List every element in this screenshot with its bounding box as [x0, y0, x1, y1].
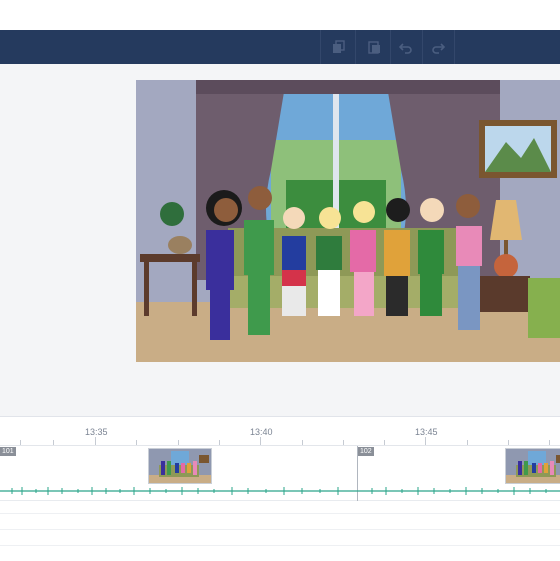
ruler-tick — [467, 440, 468, 445]
copy-icon[interactable] — [323, 35, 355, 59]
redo-icon[interactable] — [422, 35, 454, 59]
ruler-tick — [508, 440, 509, 445]
ruler-tick — [53, 440, 54, 445]
ruler-time-label: 13:35 — [85, 427, 108, 437]
editor-toolbar — [0, 30, 560, 65]
scene-number-label: 101 — [0, 447, 16, 456]
ruler-tick — [549, 440, 550, 445]
ruler-tick — [178, 440, 179, 445]
ruler-tick — [425, 437, 426, 445]
undo-icon[interactable] — [390, 35, 422, 59]
audio-track[interactable] — [0, 487, 560, 561]
scene-number-label: 102 — [358, 447, 374, 456]
scene-preview[interactable] — [136, 80, 560, 362]
scene-thumbnail[interactable] — [148, 448, 212, 484]
audio-waveform — [0, 487, 560, 495]
toolbar-separator — [355, 30, 356, 64]
timeline-ruler[interactable]: 13:35 13:40 13:45 — [0, 417, 560, 446]
scene-thumbnail[interactable] — [505, 448, 560, 484]
ruler-tick — [136, 440, 137, 445]
ruler-time-label: 13:45 — [415, 427, 438, 437]
ruler-tick — [302, 440, 303, 445]
ruler-tick — [260, 437, 261, 445]
ruler-tick — [95, 437, 96, 445]
toolbar-separator — [454, 30, 455, 64]
track-divider — [0, 545, 560, 546]
toolbar-separator — [320, 30, 321, 64]
thumbnail-image — [149, 449, 211, 483]
paste-icon[interactable] — [358, 35, 390, 59]
ruler-tick — [20, 440, 21, 445]
ruler-tick — [384, 440, 385, 445]
ruler-time-label: 13:40 — [250, 427, 273, 437]
ruler-tick — [219, 440, 220, 445]
top-bar — [0, 0, 560, 30]
track-divider — [0, 529, 560, 530]
timeline-panel: 13:35 13:40 13:45 101 102 — [0, 416, 560, 561]
thumbnail-image — [506, 449, 560, 483]
ruler-tick — [343, 440, 344, 445]
scene-illustration — [136, 80, 560, 362]
track-divider — [0, 513, 560, 514]
